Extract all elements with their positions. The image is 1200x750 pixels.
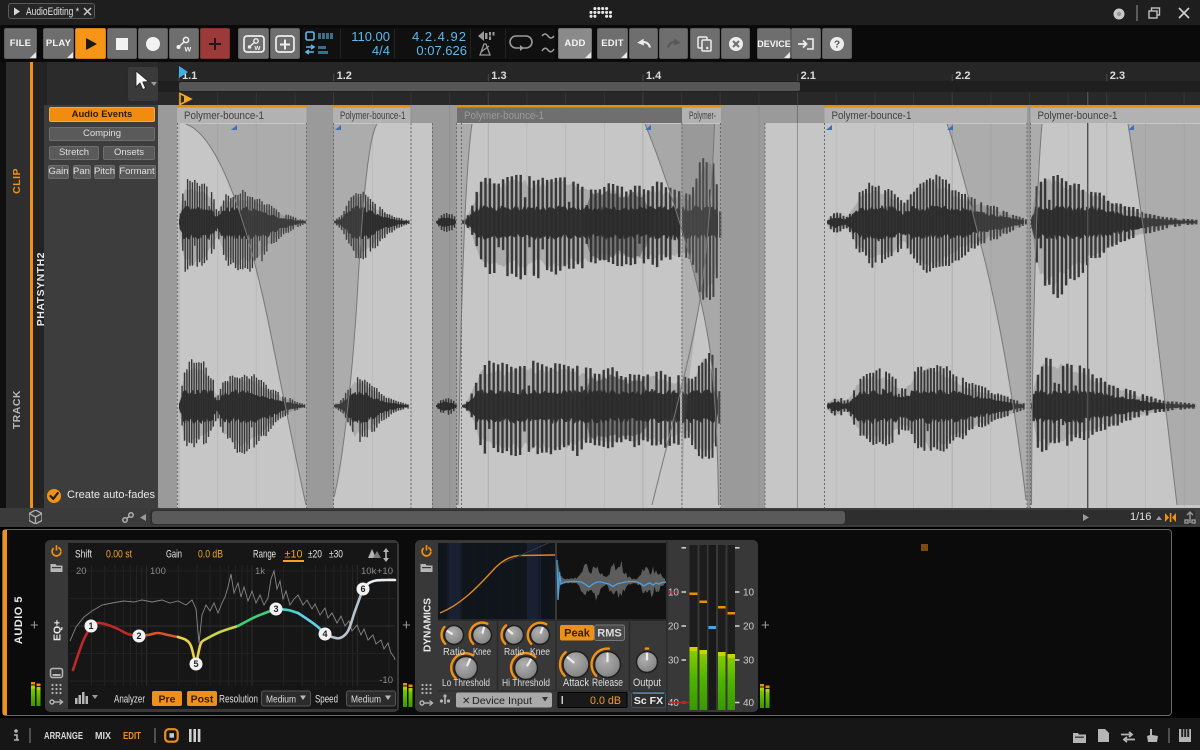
svg-text:40: 40 [668, 698, 680, 709]
svg-text:Sc FX: Sc FX [634, 695, 663, 707]
svg-text:2.3: 2.3 [1110, 70, 1125, 82]
svg-text:1: 1 [88, 621, 93, 631]
svg-text:Device Input: Device Input [472, 695, 532, 707]
svg-text:30: 30 [743, 656, 755, 667]
svg-text:20: 20 [743, 622, 755, 633]
svg-text:Ratio: Ratio [443, 646, 465, 658]
svg-text:Medium: Medium [351, 695, 381, 706]
svg-text:0.00 st: 0.00 st [106, 549, 132, 561]
svg-text:MIX: MIX [95, 731, 111, 742]
svg-text:RMS: RMS [597, 628, 621, 640]
svg-text:Polymer-bounce-1: Polymer-bounce-1 [1038, 110, 1118, 122]
svg-text:2.1: 2.1 [801, 70, 816, 82]
svg-text:10: 10 [668, 588, 680, 599]
svg-text:✕: ✕ [462, 696, 470, 707]
svg-text:w: w [184, 43, 192, 52]
svg-text:40: 40 [743, 698, 755, 709]
svg-text:Pre: Pre [159, 694, 176, 706]
svg-text:Hi Threshold: Hi Threshold [502, 677, 550, 689]
svg-text:Release: Release [592, 677, 623, 689]
svg-text:0.0 dB: 0.0 dB [590, 695, 621, 707]
svg-text:±10: ±10 [285, 549, 303, 561]
svg-text:Polymer-: Polymer- [689, 110, 716, 122]
svg-text:Peak: Peak [564, 628, 591, 640]
svg-text:2.2: 2.2 [955, 70, 970, 82]
svg-text:Gain: Gain [166, 549, 182, 561]
svg-text:10: 10 [743, 588, 755, 599]
svg-text:2: 2 [136, 631, 141, 641]
svg-text:+10: +10 [377, 566, 393, 577]
svg-text:Attack: Attack [563, 677, 589, 689]
svg-text:20: 20 [76, 566, 87, 577]
svg-text:Analyzer: Analyzer [114, 694, 145, 706]
svg-text:1.2: 1.2 [337, 70, 352, 82]
svg-text:10k: 10k [361, 566, 377, 577]
svg-text:100: 100 [150, 566, 166, 577]
svg-text:Polymer-bounce-1: Polymer-bounce-1 [340, 110, 406, 122]
svg-text:Medium: Medium [266, 695, 296, 706]
svg-text:Range: Range [253, 549, 276, 561]
svg-text:Post: Post [191, 694, 214, 706]
svg-text:w: w [253, 43, 260, 52]
svg-text:Lo Threshold: Lo Threshold [442, 677, 490, 689]
svg-text:1.4: 1.4 [646, 70, 662, 82]
svg-text:Polymer-bounce-1: Polymer-bounce-1 [464, 110, 544, 122]
svg-text:3: 3 [273, 604, 278, 614]
svg-text:0.0 dB: 0.0 dB [198, 549, 223, 561]
svg-text:5: 5 [193, 659, 198, 669]
svg-text:1k: 1k [255, 566, 265, 577]
svg-text:Output: Output [633, 677, 661, 689]
svg-text:4: 4 [322, 629, 327, 639]
svg-text:Knee: Knee [530, 646, 550, 658]
svg-text:Polymer-bounce-1: Polymer-bounce-1 [184, 110, 264, 122]
svg-text:Knee: Knee [473, 646, 491, 658]
svg-text:AudioEditing *: AudioEditing * [26, 6, 80, 18]
svg-text:?: ? [834, 39, 840, 50]
svg-text:EQ+: EQ+ [52, 620, 64, 641]
svg-text:Resolution: Resolution [219, 694, 258, 706]
svg-text:1.3: 1.3 [491, 70, 506, 82]
svg-text:20: 20 [668, 622, 680, 633]
svg-text:Shift: Shift [75, 549, 92, 561]
svg-text:Speed: Speed [315, 694, 338, 706]
svg-text:ARRANGE: ARRANGE [44, 731, 83, 742]
svg-text:EDIT: EDIT [123, 731, 141, 742]
svg-text:Polymer-bounce-1: Polymer-bounce-1 [832, 110, 912, 122]
svg-text:30: 30 [668, 656, 680, 667]
svg-text:6: 6 [360, 584, 365, 594]
svg-text:-10: -10 [379, 675, 393, 686]
svg-text:±20: ±20 [308, 549, 322, 561]
svg-text:Ratio: Ratio [504, 646, 524, 658]
svg-text:±30: ±30 [329, 549, 343, 561]
